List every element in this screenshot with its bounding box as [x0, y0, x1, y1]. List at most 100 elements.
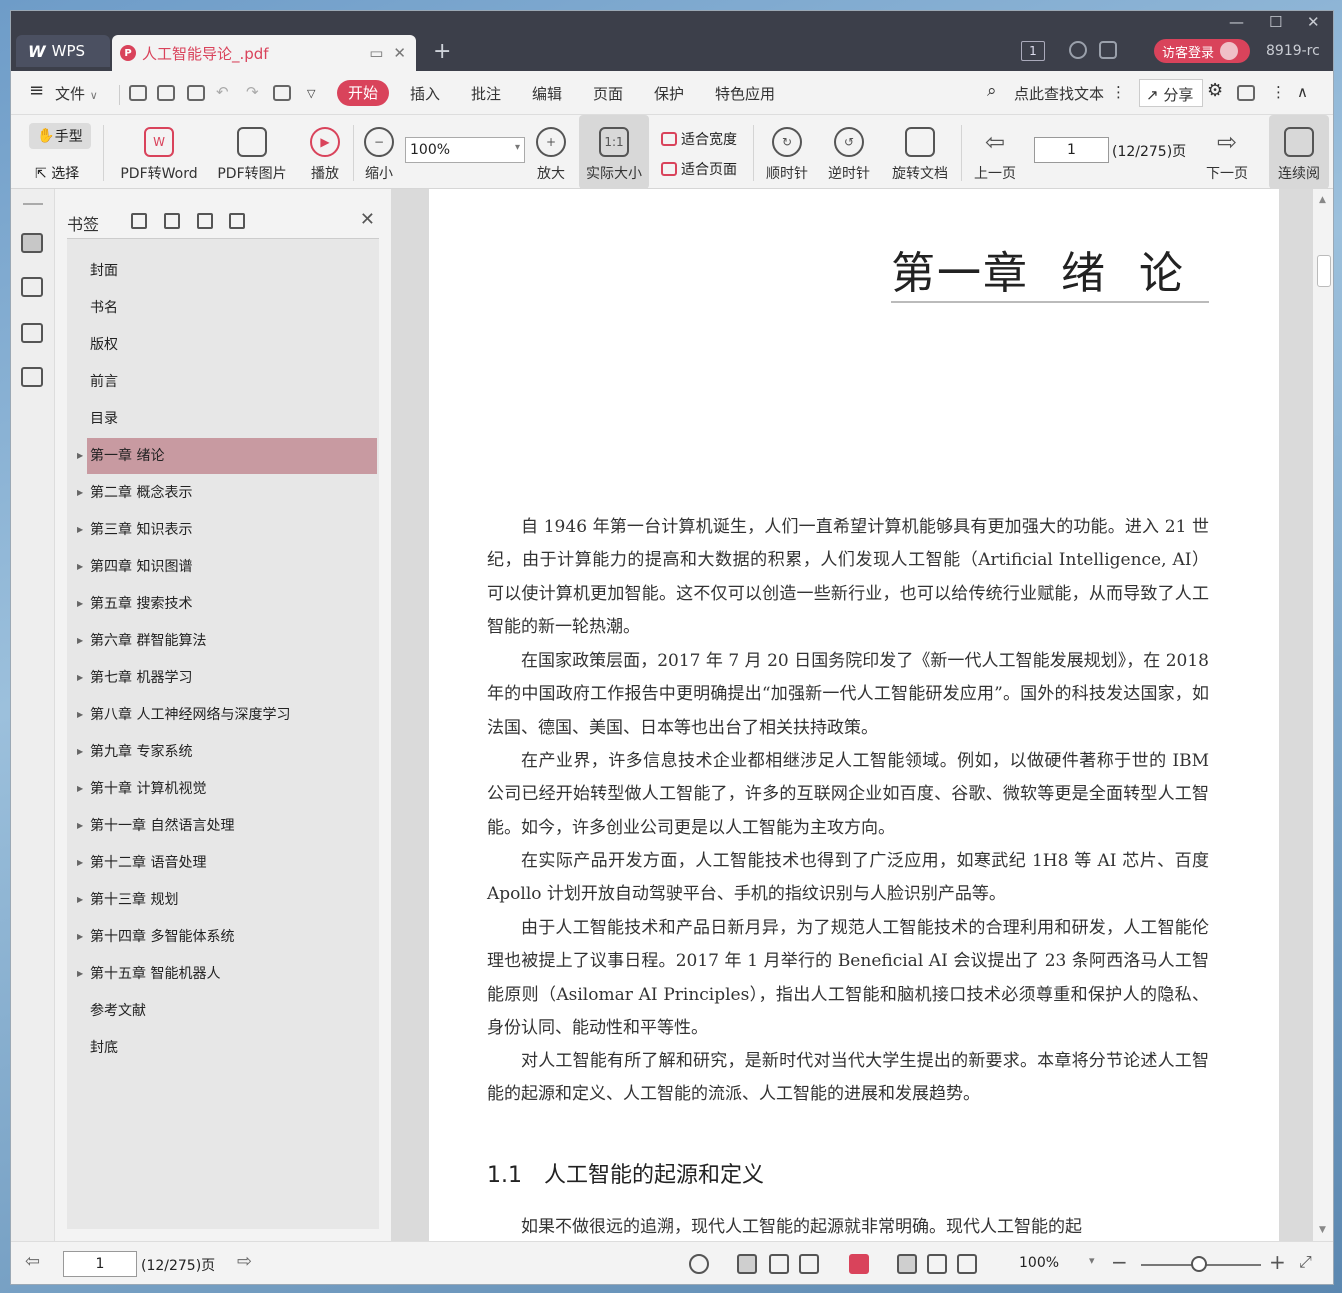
- expand-arrow-icon[interactable]: ▶: [77, 512, 83, 548]
- collapse-ribbon-icon[interactable]: ∧: [1297, 83, 1308, 101]
- bookmark-item[interactable]: ▶ 第五章 搜索技术: [77, 586, 377, 622]
- share-button[interactable]: ↗ 分享: [1139, 79, 1203, 107]
- menu-file[interactable]: 文件 ∨: [55, 83, 98, 104]
- document-viewport[interactable]: 第一章 绪 论 自 1946 年第一台计算机诞生，人们一直希望计算机能够具有更加…: [391, 189, 1313, 1241]
- status-prev-page-icon[interactable]: ⇦: [25, 1251, 40, 1272]
- expand-arrow-icon[interactable]: ▶: [77, 808, 83, 844]
- bookmark-item[interactable]: ▶ 第十三章 规划: [77, 882, 377, 918]
- export-icon[interactable]: [273, 85, 291, 101]
- bookmark-item[interactable]: ▶ 第七章 机器学习: [77, 660, 377, 696]
- skin-icon[interactable]: [1069, 41, 1087, 59]
- bookmark-item[interactable]: 前言: [87, 364, 377, 400]
- expand-arrow-icon[interactable]: ▶: [77, 882, 83, 918]
- vertical-scrollbar[interactable]: ▲ ▼: [1313, 189, 1333, 1241]
- expand-arrow-icon[interactable]: ▶: [77, 771, 83, 807]
- bookmark-item[interactable]: 封底: [87, 1030, 377, 1066]
- menu-icon[interactable]: ≡: [29, 80, 44, 101]
- scrollbar-thumb[interactable]: [1317, 255, 1331, 287]
- bookmark-item[interactable]: ▶ 第九章 专家系统: [77, 734, 377, 770]
- expand-arrow-icon[interactable]: ▶: [77, 697, 83, 733]
- shirt-icon[interactable]: [1099, 41, 1117, 59]
- zoom-in-button[interactable]: + 放大: [533, 115, 569, 189]
- bookmark-panel-icon[interactable]: [21, 233, 43, 253]
- expand-all-icon[interactable]: [131, 213, 147, 229]
- eye-protection-icon[interactable]: [689, 1254, 709, 1274]
- status-page-input[interactable]: 1: [63, 1251, 137, 1277]
- expand-arrow-icon[interactable]: ▶: [77, 586, 83, 622]
- rotate-ccw-button[interactable]: ↺ 逆时针: [825, 115, 873, 189]
- expand-arrow-icon[interactable]: ▶: [77, 475, 83, 511]
- menu-start[interactable]: 开始: [337, 80, 389, 106]
- zoom-out-button[interactable]: − 缩小: [361, 115, 397, 189]
- search-icon[interactable]: ⌕: [987, 81, 997, 101]
- bookmark-item[interactable]: ▶ 第十一章 自然语言处理: [77, 808, 377, 844]
- more-vertical-icon[interactable]: ⋮: [1111, 83, 1126, 101]
- zoom-in-status-icon[interactable]: +: [1269, 1250, 1286, 1274]
- expand-arrow-icon[interactable]: ▶: [77, 623, 83, 659]
- window-count-badge[interactable]: 1: [1021, 41, 1045, 61]
- fullscreen-icon[interactable]: ⤢: [1299, 1252, 1312, 1272]
- print-icon[interactable]: [187, 85, 205, 101]
- expand-arrow-icon[interactable]: ▶: [77, 956, 83, 992]
- more-dropdown-icon[interactable]: ▽: [307, 87, 315, 100]
- next-page-button[interactable]: ⇨ 下一页: [1201, 115, 1253, 189]
- pdf-to-word-button[interactable]: W PDF转Word: [113, 115, 205, 189]
- annotation-panel-icon[interactable]: [21, 323, 43, 343]
- menu-page[interactable]: 页面: [593, 83, 623, 104]
- bookmark-item[interactable]: 书名: [87, 290, 377, 326]
- pdf-to-image-button[interactable]: PDF转图片: [213, 115, 291, 189]
- close-window-icon[interactable]: ✕: [1307, 13, 1320, 31]
- bookmark-item[interactable]: 目录: [87, 401, 377, 437]
- zoom-select[interactable]: 100% ▾: [405, 137, 525, 163]
- fit-width-status-icon[interactable]: [957, 1254, 977, 1274]
- scroll-down-icon[interactable]: ▼: [1319, 1225, 1326, 1235]
- hand-tool-button[interactable]: ✋ 手型: [29, 123, 91, 149]
- status-next-page-icon[interactable]: ⇨: [237, 1251, 252, 1272]
- thumbnail-panel-icon[interactable]: [21, 277, 43, 297]
- wps-home-tab[interactable]: W WPS: [16, 35, 110, 67]
- bookmark-item[interactable]: ▶ 第六章 群智能算法: [77, 623, 377, 659]
- fit-page-button[interactable]: 适合页面: [661, 159, 737, 179]
- actual-size-status-icon[interactable]: [897, 1254, 917, 1274]
- continuous-read-button[interactable]: 连续阅: [1269, 115, 1329, 189]
- continuous-view-icon[interactable]: [737, 1254, 757, 1274]
- expand-arrow-icon[interactable]: ▶: [77, 919, 83, 955]
- more-options-icon[interactable]: ⋮: [1271, 83, 1286, 101]
- new-tab-button[interactable]: +: [433, 39, 451, 64]
- redo-icon[interactable]: ↷: [246, 83, 259, 101]
- expand-arrow-icon[interactable]: ▶: [77, 660, 83, 696]
- rotate-document-button[interactable]: 旋转文档: [887, 115, 953, 189]
- bookmark-options-icon[interactable]: [229, 213, 245, 229]
- presentation-play-icon[interactable]: [849, 1254, 869, 1274]
- bookmark-item[interactable]: 封面: [87, 253, 377, 289]
- bookmark-item[interactable]: 参考文献: [87, 993, 377, 1029]
- bookmark-item[interactable]: ▶ 第一章 绪论: [77, 438, 377, 474]
- menu-annotate[interactable]: 批注: [471, 83, 501, 104]
- expand-arrow-icon[interactable]: ▶: [77, 734, 83, 770]
- open-folder-icon[interactable]: [129, 85, 147, 101]
- comment-icon[interactable]: [1237, 85, 1255, 101]
- bookmark-item[interactable]: ▶ 第八章 人工神经网络与深度学习: [77, 697, 377, 733]
- zoom-slider-knob[interactable]: [1191, 1256, 1207, 1272]
- menu-special[interactable]: 特色应用: [715, 83, 775, 104]
- fit-width-button[interactable]: 适合宽度: [661, 129, 737, 149]
- collapse-all-icon[interactable]: [164, 213, 180, 229]
- fit-page-status-icon[interactable]: [927, 1254, 947, 1274]
- menu-protect[interactable]: 保护: [654, 83, 684, 104]
- bookmark-item[interactable]: 版权: [87, 327, 377, 363]
- close-panel-icon[interactable]: ✕: [360, 209, 375, 230]
- single-page-view-icon[interactable]: [769, 1254, 789, 1274]
- zoom-dropdown-icon[interactable]: ▾: [1089, 1254, 1095, 1267]
- expand-arrow-icon[interactable]: ▶: [77, 549, 83, 585]
- select-tool-button[interactable]: ⇱ 选择: [35, 163, 79, 183]
- menu-edit[interactable]: 编辑: [532, 83, 562, 104]
- guest-login-button[interactable]: 访客登录: [1154, 39, 1250, 63]
- bookmark-item[interactable]: ▶ 第二章 概念表示: [77, 475, 377, 511]
- rotate-cw-button[interactable]: ↻ 顺时针: [763, 115, 811, 189]
- actual-size-button[interactable]: 1:1 实际大小: [579, 115, 649, 189]
- bookmark-item[interactable]: ▶ 第十章 计算机视觉: [77, 771, 377, 807]
- bookmark-item[interactable]: ▶ 第十五章 智能机器人: [77, 956, 377, 992]
- document-tab[interactable]: P 人工智能导论_.pdf ▭ ✕: [112, 35, 416, 71]
- add-bookmark-icon[interactable]: [197, 213, 213, 229]
- close-tab-icon[interactable]: ✕: [393, 44, 406, 62]
